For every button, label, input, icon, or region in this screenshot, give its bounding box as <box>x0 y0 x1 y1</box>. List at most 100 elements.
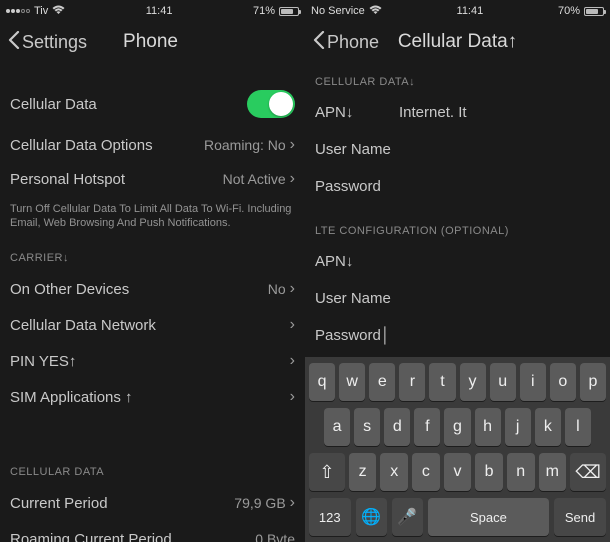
shift-key[interactable]: ⇧ <box>309 453 345 491</box>
hotspot-label: Personal Hotspot <box>10 171 125 188</box>
key-d[interactable]: d <box>384 408 410 446</box>
key-b[interactable]: b <box>475 453 503 491</box>
password-field[interactable]: Password <box>305 168 610 205</box>
space-key[interactable]: Space <box>428 498 549 536</box>
password-label: Password <box>315 178 381 195</box>
clock: 11:41 <box>146 5 173 17</box>
current-period-label: Current Period <box>10 495 108 512</box>
mic-key[interactable]: 🎤 <box>392 498 423 536</box>
key-w[interactable]: w <box>339 363 365 401</box>
lte-apn-label: APN↓ <box>315 253 353 270</box>
clock: 11:41 <box>457 5 484 17</box>
key-y[interactable]: y <box>460 363 486 401</box>
cellular-data-network-row[interactable]: Cellular Data Network › <box>0 308 305 342</box>
key-c[interactable]: c <box>412 453 440 491</box>
numbers-key[interactable]: 123 <box>309 498 351 536</box>
key-a[interactable]: a <box>324 408 350 446</box>
key-r[interactable]: r <box>399 363 425 401</box>
current-period-value: 79,9 GB <box>234 495 285 511</box>
signal-dots-icon <box>6 9 30 13</box>
wifi-icon <box>52 5 65 18</box>
apn-field[interactable]: APN↓ Internet. It <box>305 94 610 131</box>
key-g[interactable]: g <box>444 408 470 446</box>
chevron-right-icon: › <box>290 280 295 298</box>
back-button[interactable]: Phone <box>313 31 379 54</box>
other-devices-value: No <box>268 281 286 297</box>
sim-apps-label: SIM Applications ↑ <box>10 389 133 406</box>
chevron-right-icon: › <box>290 494 295 512</box>
key-v[interactable]: v <box>444 453 472 491</box>
key-p[interactable]: p <box>580 363 606 401</box>
other-devices-row[interactable]: On Other Devices No› <box>0 270 305 308</box>
wifi-icon <box>369 5 382 18</box>
key-m[interactable]: m <box>539 453 567 491</box>
lte-apn-field[interactable]: APN↓ <box>305 243 610 280</box>
key-s[interactable]: s <box>354 408 380 446</box>
lte-header: LTE CONFIGURATION (OPTIONAL) <box>305 205 610 243</box>
status-bar: Tiv 11:41 71% <box>0 0 305 22</box>
key-e[interactable]: e <box>369 363 395 401</box>
pin-row[interactable]: PIN YES↑ › <box>0 342 305 380</box>
personal-hotspot-row[interactable]: Personal Hotspot Not Active› <box>0 162 305 196</box>
back-label: Phone <box>327 32 379 53</box>
apn-value: Internet. It <box>399 104 467 121</box>
roaming-period-label: Roaming Current Period <box>10 531 172 542</box>
backspace-key[interactable]: ⌫ <box>570 453 606 491</box>
chevron-right-icon: › <box>290 316 295 334</box>
lte-username-label: User Name <box>315 290 391 307</box>
send-key[interactable]: Send <box>554 498 606 536</box>
key-z[interactable]: z <box>349 453 377 491</box>
chevron-right-icon: › <box>290 170 295 188</box>
battery-pct: 71% <box>253 5 275 17</box>
pin-label: PIN YES↑ <box>10 353 76 370</box>
username-field[interactable]: User Name <box>305 131 610 168</box>
nav-bar: Phone Cellular Data↑ <box>305 22 610 62</box>
keyboard-row-2: asdfghjkl <box>309 408 606 446</box>
other-devices-label: On Other Devices <box>10 281 129 298</box>
username-label: User Name <box>315 141 391 158</box>
key-x[interactable]: x <box>380 453 408 491</box>
globe-key[interactable]: 🌐 <box>356 498 387 536</box>
chevron-left-icon <box>8 31 20 54</box>
key-k[interactable]: k <box>535 408 561 446</box>
key-q[interactable]: q <box>309 363 335 401</box>
keyboard-row-3: ⇧ zxcvbnm ⌫ <box>309 453 606 491</box>
keyboard-row-4: 123 🌐 🎤 Space Send <box>309 498 606 536</box>
cellular-data-toggle[interactable] <box>247 90 295 118</box>
lte-password-field[interactable]: Password│ <box>305 317 610 354</box>
keyboard-row-1: qwertyuiop <box>309 363 606 401</box>
lte-password-label: Password│ <box>315 327 390 344</box>
key-j[interactable]: j <box>505 408 531 446</box>
battery-icon <box>584 7 604 16</box>
cdn-label: Cellular Data Network <box>10 317 156 334</box>
key-o[interactable]: o <box>550 363 576 401</box>
globe-icon: 🌐 <box>361 507 381 527</box>
carrier-label: No Service <box>311 5 365 17</box>
cellular-data-options-row[interactable]: Cellular Data Options Roaming: No› <box>0 128 305 162</box>
chevron-right-icon: › <box>290 388 295 406</box>
nav-bar: Settings Phone <box>0 22 305 62</box>
cellular-data-label: Cellular Data <box>10 96 97 113</box>
key-u[interactable]: u <box>490 363 516 401</box>
cellular-data-row[interactable]: Cellular Data <box>0 80 305 128</box>
cellular-data-header: CELLULAR DATA↓ <box>305 62 610 94</box>
key-i[interactable]: i <box>520 363 546 401</box>
cell-opts-value: Roaming: No <box>204 137 286 153</box>
chevron-right-icon: › <box>290 352 295 370</box>
key-n[interactable]: n <box>507 453 535 491</box>
keyboard: qwertyuiop asdfghjkl ⇧ zxcvbnm ⌫ 123 🌐 🎤… <box>305 357 610 542</box>
cellular-hint: Turn Off Cellular Data To Limit All Data… <box>0 196 305 238</box>
back-button[interactable]: Settings <box>8 31 87 54</box>
chevron-right-icon: › <box>290 136 295 154</box>
key-h[interactable]: h <box>475 408 501 446</box>
chevron-left-icon <box>313 31 325 54</box>
cell-opts-label: Cellular Data Options <box>10 137 153 154</box>
key-l[interactable]: l <box>565 408 591 446</box>
sim-apps-row[interactable]: SIM Applications ↑ › <box>0 380 305 414</box>
carrier-header: CARRIER↓ <box>0 238 305 270</box>
key-t[interactable]: t <box>429 363 455 401</box>
lte-username-field[interactable]: User Name <box>305 280 610 317</box>
carrier-label: Tiv <box>34 5 48 17</box>
mic-icon: 🎤 <box>397 507 417 527</box>
key-f[interactable]: f <box>414 408 440 446</box>
